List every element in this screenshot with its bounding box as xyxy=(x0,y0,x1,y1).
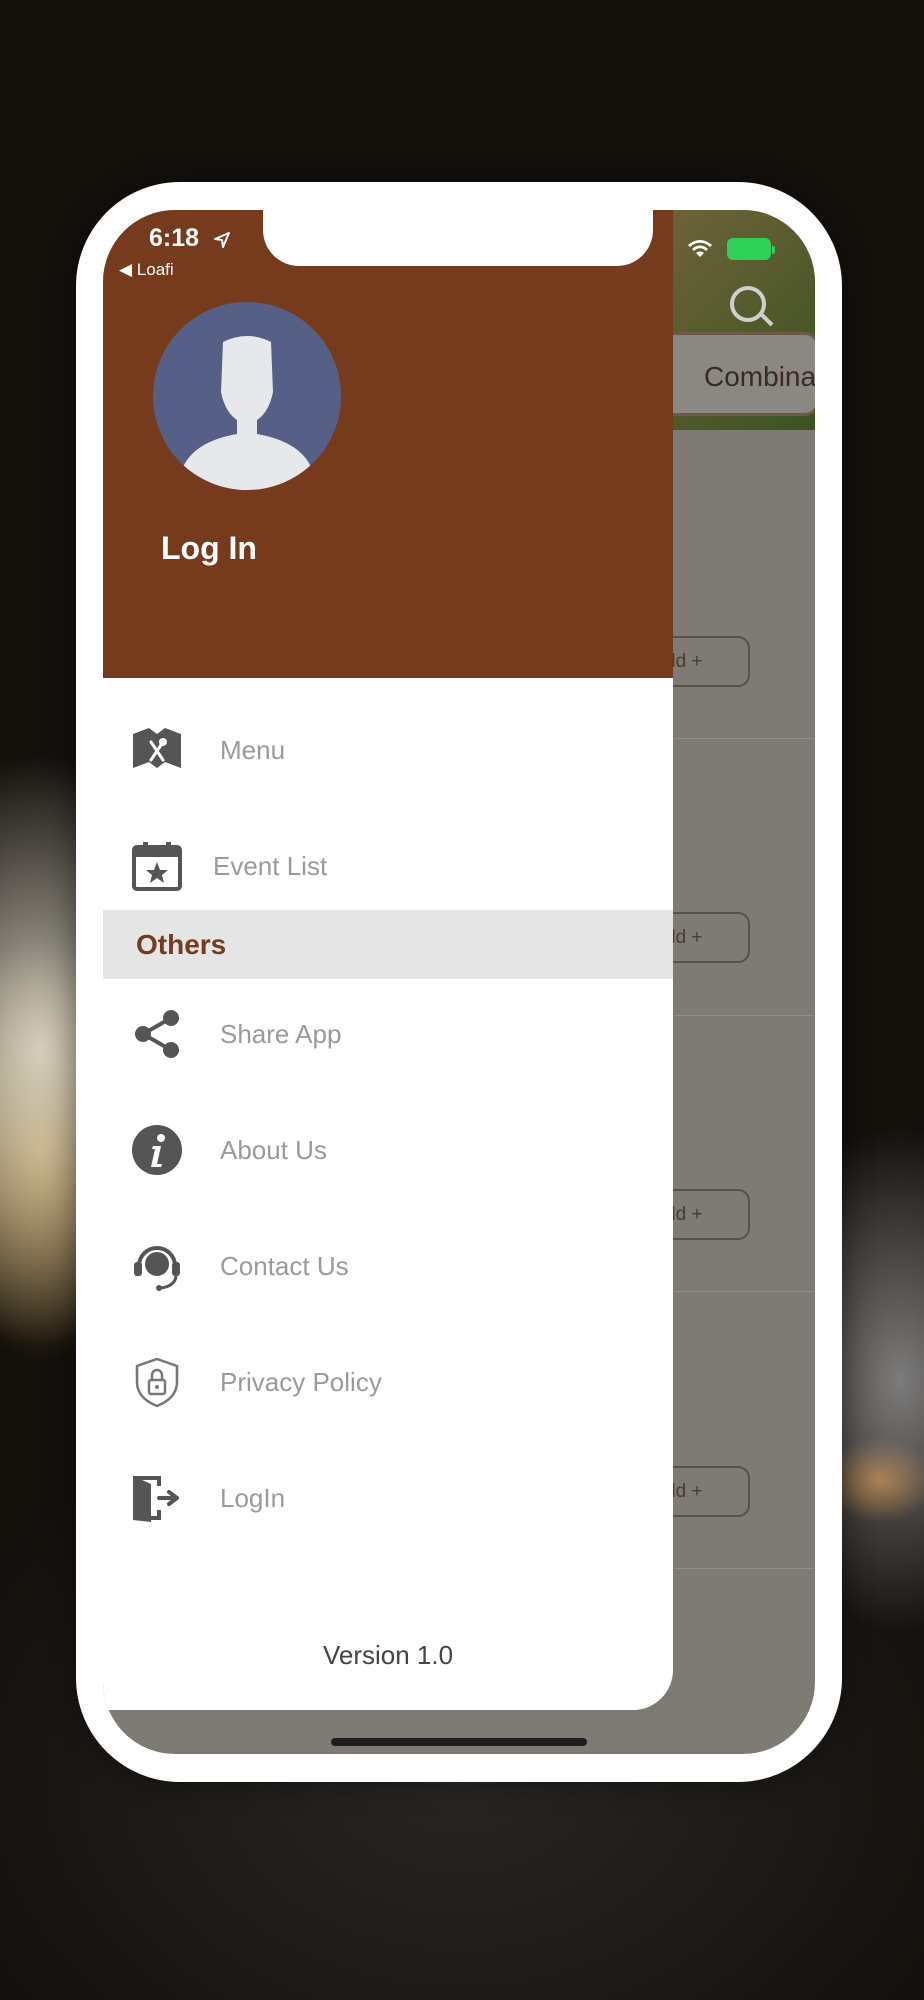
notch xyxy=(263,210,653,266)
phone-screen: Combinat dd + dd + dd + dd + 6:18 ◀ Loaf… xyxy=(103,210,815,1754)
section-header-others: Others xyxy=(103,910,673,979)
navigation-drawer: 6:18 ◀ Loafi Log In Menu Event List Othe… xyxy=(103,210,673,1710)
drawer-item-label: Privacy Policy xyxy=(220,1367,382,1397)
drawer-item-about-us[interactable]: About Us xyxy=(103,1098,673,1198)
drawer-item-menu[interactable]: Menu xyxy=(103,698,673,798)
restaurant-menu-icon xyxy=(133,728,181,768)
divider xyxy=(663,1015,815,1016)
status-time: 6:18 xyxy=(149,224,200,252)
section-title: Others xyxy=(136,929,227,960)
drawer-item-label: Event List xyxy=(213,851,328,881)
calendar-star-icon xyxy=(132,842,182,891)
search-icon[interactable] xyxy=(730,286,766,322)
drawer-header: 6:18 ◀ Loafi Log In xyxy=(103,210,673,678)
wifi-icon xyxy=(688,240,712,257)
user-silhouette-icon xyxy=(181,336,313,490)
drawer-item-label: LogIn xyxy=(220,1483,286,1513)
category-tab-label: Combinat xyxy=(704,361,815,392)
drawer-item-label: Contact Us xyxy=(220,1251,349,1281)
back-to-app-link[interactable]: ◀ Loafi xyxy=(119,260,174,280)
location-arrow-icon xyxy=(214,232,230,248)
drawer-item-contact-us[interactable]: Contact Us xyxy=(103,1214,673,1314)
shield-lock-icon xyxy=(135,1357,179,1408)
headset-icon xyxy=(134,1246,180,1291)
share-icon xyxy=(135,1010,179,1058)
home-indicator[interactable] xyxy=(331,1738,587,1746)
app-version: Version 1.0 xyxy=(322,1640,454,1670)
drawer-item-privacy-policy[interactable]: Privacy Policy xyxy=(103,1330,673,1430)
drawer-item-share-app[interactable]: Share App xyxy=(103,982,673,1082)
drawer-login-title[interactable]: Log In xyxy=(161,530,257,567)
battery-icon xyxy=(727,238,775,260)
drawer-item-label: Share App xyxy=(220,1019,342,1049)
divider xyxy=(663,1568,815,1569)
info-icon xyxy=(132,1125,182,1175)
drawer-item-label: Menu xyxy=(220,735,286,765)
drawer-item-login[interactable]: LogIn xyxy=(103,1446,673,1546)
drawer-item-event-list[interactable]: Event List xyxy=(103,814,673,914)
login-door-icon xyxy=(133,1476,179,1522)
avatar[interactable] xyxy=(153,302,341,490)
divider xyxy=(663,738,815,739)
divider xyxy=(663,1291,815,1292)
drawer-item-label: About Us xyxy=(220,1135,327,1165)
